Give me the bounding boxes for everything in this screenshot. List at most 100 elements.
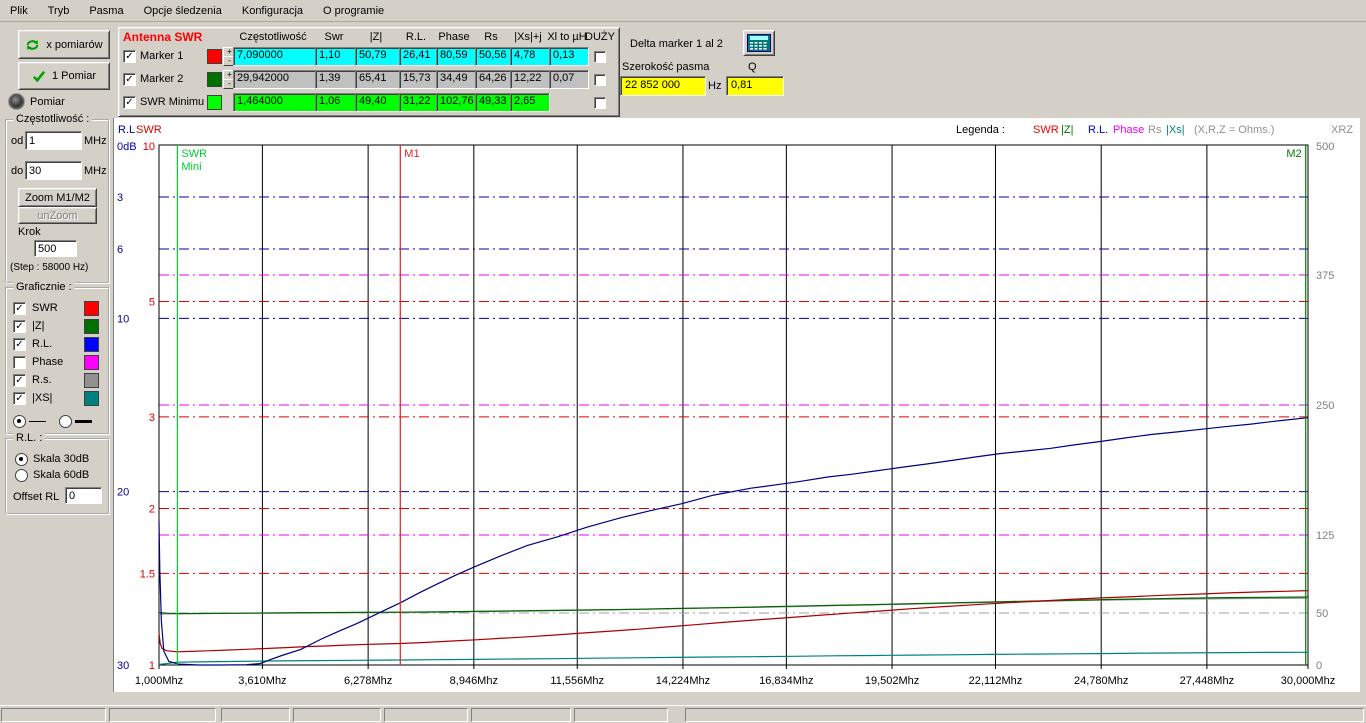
marker-value-field: 1,10 xyxy=(315,47,356,66)
rl-tick-label: 20 xyxy=(117,487,129,499)
rl-tick-label: 3 xyxy=(117,192,123,204)
x-tick-label: 6,278Mhz xyxy=(344,675,392,687)
marker-color-swatch xyxy=(207,72,222,87)
marker-line-label: M1 xyxy=(404,148,419,160)
calculator-button[interactable] xyxy=(743,30,775,56)
zoom-m1-m2-button[interactable]: Zoom M1/M2 xyxy=(18,188,97,207)
graph-trace-label: |XS| xyxy=(32,392,53,404)
marker-color-swatch xyxy=(207,95,222,110)
graph-trace-label: SWR xyxy=(32,302,58,314)
scale-30db-label: Skala 30dB xyxy=(33,453,90,465)
marker-value-field: 12,22 xyxy=(510,70,550,89)
column-header-rl: R.L. xyxy=(405,31,427,43)
to-freq-input[interactable] xyxy=(25,161,82,180)
marker-row: ✓ Marker 2 + -29,942000 1,39 65,41 15,73 34,49 6… xyxy=(119,70,617,91)
thin-line-sample xyxy=(29,421,46,422)
marker-value-field: 4,78 xyxy=(510,47,550,66)
graph-trace-checkbox[interactable] xyxy=(13,356,26,369)
menu-item-konfiguracja[interactable]: Konfiguracja xyxy=(232,2,313,20)
duzy-checkbox[interactable] xyxy=(594,97,606,109)
marker-value-field: 29,942000 xyxy=(233,70,316,89)
column-header-xs: |Xs|+j xyxy=(514,31,542,43)
unzoom-button[interactable]: unZoom xyxy=(18,207,97,224)
statusbar-cell xyxy=(471,708,571,722)
series-z xyxy=(158,596,1309,615)
thick-line-sample xyxy=(75,420,92,423)
bandwidth-label: Szerokość pasma xyxy=(622,61,710,73)
marker-visible-checkbox[interactable]: ✓ xyxy=(123,96,136,109)
from-freq-input[interactable] xyxy=(25,131,82,150)
xrz-tick-label: 250 xyxy=(1316,400,1334,412)
offset-rl-label: Offset RL xyxy=(13,491,60,503)
statusbar-cell xyxy=(574,708,668,722)
q-label: Q xyxy=(748,61,757,73)
menu-item-opcje-sledzenia[interactable]: Opcje śledzenia xyxy=(134,2,232,20)
thin-line-radio[interactable] xyxy=(13,415,26,428)
q-value-field: 0,81 xyxy=(726,76,784,96)
corner-rl-label: R.L xyxy=(118,124,135,136)
rl-group-title: R.L. : xyxy=(13,432,46,444)
scale-30db-radio[interactable] xyxy=(15,453,28,466)
marker-value-field: 2,65 xyxy=(510,93,550,112)
to-label: do xyxy=(11,165,24,177)
multi-measure-button[interactable]: x pomiarów xyxy=(18,30,110,59)
step-label: Krok xyxy=(18,226,41,238)
marker-value-field: 15,73 xyxy=(399,70,437,89)
menu-item-pasma[interactable]: Pasma xyxy=(79,2,133,20)
frequency-group: Częstotliwość : od MHz do MHz Zoom M1/M2… xyxy=(5,113,110,284)
status-bar xyxy=(0,705,1366,723)
xrz-tick-label: 0 xyxy=(1316,660,1322,672)
scale-60db-radio[interactable] xyxy=(15,469,28,482)
marker-value-field: 31,22 xyxy=(399,93,437,112)
marker-line-label: SWR xyxy=(181,148,207,160)
marker-value-field: 50,79 xyxy=(355,47,400,66)
legend-item: |Z| xyxy=(1061,124,1073,136)
graph-trace-label: R.s. xyxy=(32,374,52,386)
marker-row: ✓ Marker 1 + -7,090000 1,10 50,79 26,41 80,59 50… xyxy=(119,47,617,68)
statusbar-cell xyxy=(293,708,381,722)
graph-trace-checkbox[interactable]: ✓ xyxy=(13,374,26,387)
legend-item: |Xs| xyxy=(1166,124,1185,136)
column-header-czestotliwosc: Częstotliwość xyxy=(239,31,307,43)
marker-panel: Antenna SWR Częstotliwość Swr |Z| R.L. P… xyxy=(118,27,620,117)
marker-value-field: 49,40 xyxy=(355,93,400,112)
graph-trace-checkbox[interactable]: ✓ xyxy=(13,302,26,315)
marker-value-field: 34,49 xyxy=(436,70,476,89)
offset-rl-input[interactable] xyxy=(65,487,102,504)
marker-label: Marker 2 xyxy=(140,73,184,85)
graph-trace-swatch xyxy=(84,355,99,370)
menu-item-o-programie[interactable]: O programie xyxy=(313,2,394,20)
x-tick-label: 16,834Mhz xyxy=(759,675,813,687)
duzy-checkbox[interactable] xyxy=(594,51,606,63)
graph-trace-checkbox[interactable]: ✓ xyxy=(13,392,26,405)
marker-visible-checkbox[interactable]: ✓ xyxy=(123,50,136,63)
bandwidth-unit-label: Hz xyxy=(708,80,722,92)
marker-visible-checkbox[interactable]: ✓ xyxy=(123,73,136,86)
x-tick-label: 19,502Mhz xyxy=(865,675,919,687)
thick-line-radio[interactable] xyxy=(59,415,72,428)
graph-trace-checkbox[interactable]: ✓ xyxy=(13,320,26,333)
x-tick-label: 22,112Mhz xyxy=(969,675,1023,687)
duzy-checkbox[interactable] xyxy=(594,74,606,86)
marker-value-field: 80,59 xyxy=(436,47,476,66)
step-input[interactable] xyxy=(34,240,77,257)
pomiar-label: Pomiar xyxy=(30,96,65,108)
from-unit-label: MHz xyxy=(84,135,107,147)
rl-scale-group: R.L. : Skala 30dB Skala 60dB Offset RL xyxy=(5,432,110,515)
swr-tick-label: 1 xyxy=(149,660,155,672)
swr-tick-label: 5 xyxy=(149,297,155,309)
rl-tick-label: 10 xyxy=(117,313,129,325)
graph-trace-swatch xyxy=(84,373,99,388)
check-icon xyxy=(32,70,46,82)
single-measure-button[interactable]: 1 Pomiar xyxy=(18,62,110,90)
bandwidth-value-field: 22 852 000 xyxy=(620,76,706,96)
pomiar-led-icon xyxy=(8,93,25,110)
menu-item-tryb[interactable]: Tryb xyxy=(38,2,80,20)
swr-chart: 1,000Mhz 3,610Mhz 6,278Mhz 8,946Mhz 11,556Mh… xyxy=(117,124,1353,687)
graph-trace-checkbox[interactable]: ✓ xyxy=(13,338,26,351)
multi-measure-label: x pomiarów xyxy=(46,38,103,51)
statusbar-cell xyxy=(685,708,1364,722)
menu-item-plik[interactable]: Plik xyxy=(0,2,38,20)
marker-row: ✓ SWR Minimu 1,464000 1,06 49,40 31,22 102,76 4… xyxy=(119,93,617,114)
legend-label: Legenda : xyxy=(956,124,1005,136)
